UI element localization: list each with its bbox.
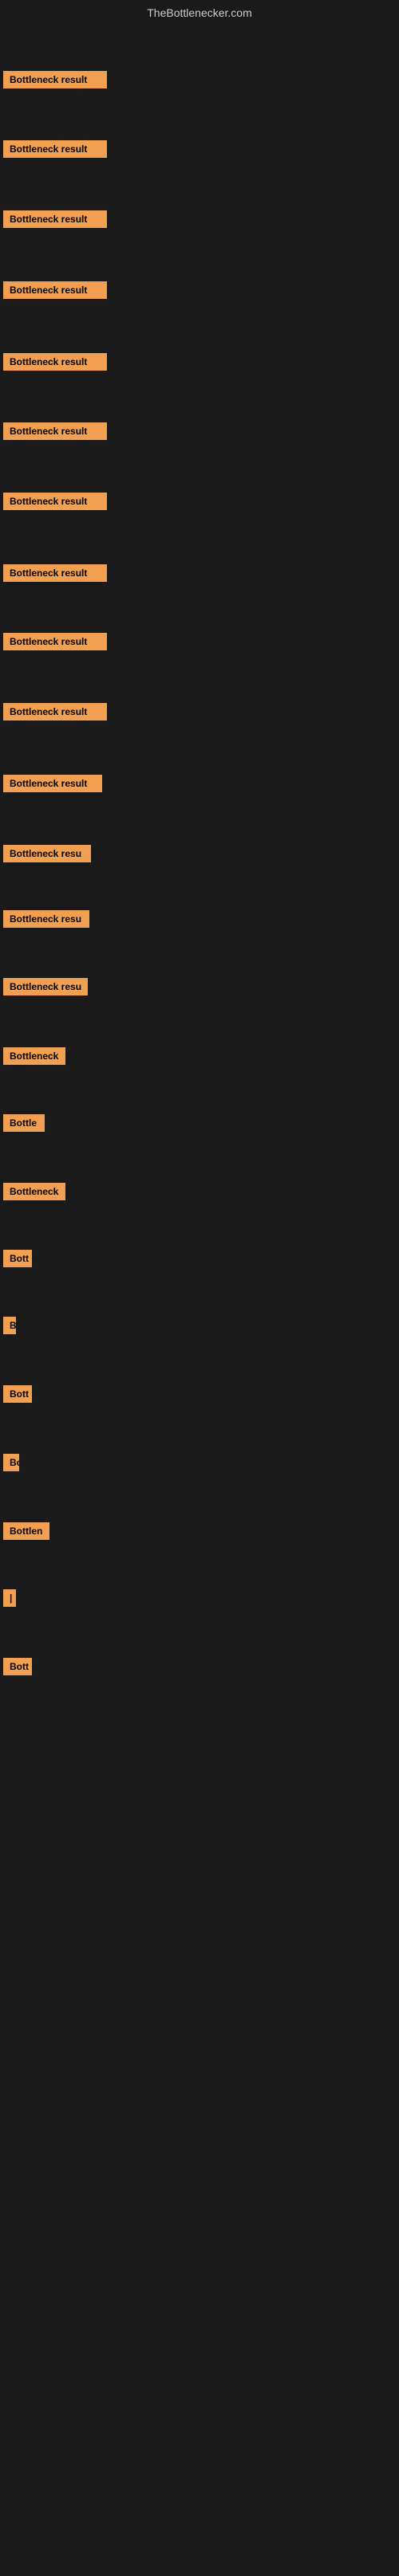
bottleneck-bar-23: Bott	[2, 1658, 32, 1679]
bottleneck-bar-15: Bottle	[2, 1114, 45, 1136]
bottleneck-bar-2: Bottleneck result	[2, 210, 107, 232]
bottleneck-bar-20: Bo	[2, 1454, 19, 1475]
bottleneck-bar-5: Bottleneck result	[2, 422, 107, 444]
bars-container: Bottleneck result Bottleneck result Bottle…	[0, 26, 399, 2576]
bottleneck-bar-19: Bott	[2, 1385, 32, 1407]
bottleneck-bar-12: Bottleneck resu	[2, 910, 89, 932]
site-title: TheBottlenecker.com	[0, 0, 399, 26]
bottleneck-bar-9: Bottleneck result	[2, 703, 107, 724]
bottleneck-bar-22: |	[2, 1589, 16, 1611]
bottleneck-bar-6: Bottleneck result	[2, 493, 107, 514]
bottleneck-bar-7: Bottleneck result	[2, 564, 107, 586]
bottleneck-bar-17: Bott	[2, 1250, 32, 1271]
bottleneck-bar-10: Bottleneck result	[2, 775, 102, 796]
bottleneck-bar-0: Bottleneck result	[2, 71, 107, 92]
bottleneck-bar-11: Bottleneck resu	[2, 845, 91, 866]
bottleneck-bar-21: Bottlen	[2, 1522, 49, 1544]
bottleneck-bar-8: Bottleneck result	[2, 633, 107, 654]
bottleneck-bar-13: Bottleneck resu	[2, 978, 88, 999]
bottleneck-bar-18: B	[2, 1317, 16, 1338]
bottleneck-bar-14: Bottleneck	[2, 1047, 65, 1069]
bottleneck-bar-16: Bottleneck	[2, 1183, 65, 1204]
bottleneck-bar-3: Bottleneck result	[2, 281, 107, 303]
bottleneck-bar-4: Bottleneck result	[2, 353, 107, 375]
bottleneck-bar-1: Bottleneck result	[2, 140, 107, 162]
